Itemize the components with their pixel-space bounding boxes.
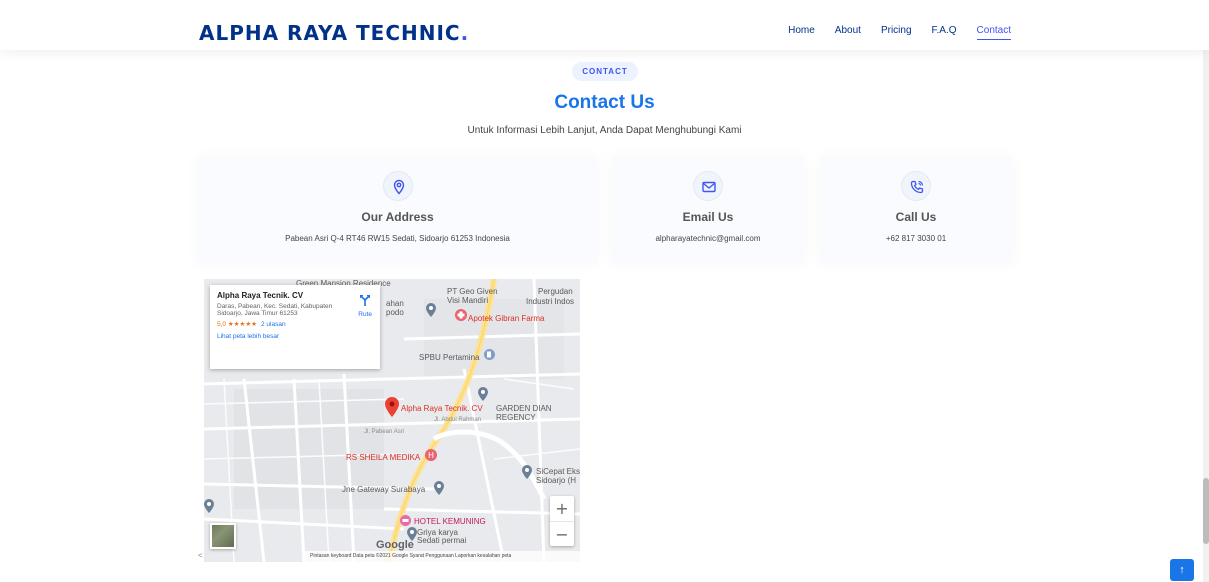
nav-pricing[interactable]: Pricing xyxy=(881,25,912,40)
address-text: Pabean Asri Q-4 RT46 RW15 Sedati, Sidoar… xyxy=(285,234,510,243)
phone-text[interactable]: +62 817 3030 01 xyxy=(820,234,1012,243)
logo-dot: . xyxy=(460,21,470,45)
map-marker-icon[interactable] xyxy=(478,387,488,401)
email-title: Email Us xyxy=(682,210,734,224)
nav-home[interactable]: Home xyxy=(788,25,815,40)
zoom-out-button[interactable]: − xyxy=(550,521,574,546)
phone-title: Call Us xyxy=(895,210,937,224)
phone-card: Call Us +62 817 3030 01 xyxy=(820,157,1012,264)
map-place-address: Daras, Pabean, Kec. Sedati, Kabupaten Si… xyxy=(217,303,333,317)
map-label-spbu[interactable]: SPBU Pertamina xyxy=(419,353,479,362)
map-place-rating: 5,0 ★★★★★ 2 ulasan xyxy=(217,320,373,328)
bigger-map-link[interactable]: Lihat peta lebih besar xyxy=(217,333,373,340)
rating-stars: 5,0 ★★★★★ xyxy=(217,321,257,328)
map-label-rs-sheila[interactable]: RS SHEILA MEDIKA xyxy=(346,453,420,462)
map-footer-links[interactable]: Pintasan keyboard Data peta ©2021 Google… xyxy=(304,551,580,562)
map-info-window: Alpha Raya Tecnik. CV Daras, Pabean, Kec… xyxy=(210,285,380,369)
map-label-regency[interactable]: REGENCY xyxy=(496,413,536,422)
phone-icon xyxy=(901,171,931,201)
email-text[interactable]: alpharayatechnic@gmail.com xyxy=(612,234,804,243)
section-badge: CONTACT xyxy=(572,62,638,81)
map-label-pt-geo[interactable]: PT Geo Given xyxy=(447,287,498,296)
map-label-garden-dian[interactable]: GARDEN DIAN xyxy=(496,404,552,413)
back-to-top-button[interactable]: ↑ xyxy=(1170,559,1194,581)
map-label-alpha-raya[interactable]: Alpha Raya Tecnik. CV xyxy=(401,404,483,413)
map-marker-icon[interactable] xyxy=(204,499,214,513)
map-zoom-controls: + − xyxy=(550,496,574,546)
map-label-visi-mandiri[interactable]: Visi Mandiri xyxy=(447,296,488,305)
nav-about[interactable]: About xyxy=(835,25,861,40)
map-place-title: Alpha Raya Tecnik. CV xyxy=(217,291,304,300)
map-label-pergudangan[interactable]: Pergudan xyxy=(538,287,573,296)
google-logo: Google xyxy=(376,539,414,551)
address-title: Our Address xyxy=(361,210,434,224)
route-label: Rute xyxy=(358,311,372,318)
embedded-map[interactable]: Green Mansion Residence PT Geo Given Vis… xyxy=(204,279,580,562)
reviews-link[interactable]: 2 ulasan xyxy=(261,321,286,328)
location-marker-icon[interactable] xyxy=(385,397,399,417)
map-label-industri[interactable]: Industri Indos xyxy=(526,297,574,306)
satellite-toggle[interactable] xyxy=(210,523,236,549)
map-marker-icon[interactable] xyxy=(434,481,444,495)
map-label-podo[interactable]: podo xyxy=(386,308,404,317)
page-scrollbar-thumb[interactable] xyxy=(1203,478,1209,544)
svg-text:H: H xyxy=(428,451,434,460)
map-label-street-pabean: Jl. Pabean Asri xyxy=(364,429,405,435)
map-label-jne[interactable]: Jne Gateway Surabaya xyxy=(342,485,425,494)
site-logo[interactable]: ALPHA RAYA TECHNIC. xyxy=(199,21,469,45)
map-marker-icon[interactable] xyxy=(426,303,436,317)
zoom-in-button[interactable]: + xyxy=(550,496,574,521)
gas-station-marker-icon[interactable] xyxy=(484,349,495,360)
map-label-griya-2[interactable]: Sedati permai xyxy=(417,536,466,545)
main-nav: Home About Pricing F.A.Q Contact xyxy=(788,25,1011,40)
map-label-sicepat-2[interactable]: Sidoarjo (H xyxy=(536,476,576,485)
map-label-sicepat[interactable]: SiCepat Eks xyxy=(536,467,580,476)
address-card: Our Address Pabean Asri Q-4 RT46 RW15 Se… xyxy=(198,157,597,264)
route-button[interactable]: Rute xyxy=(358,293,372,318)
directions-icon xyxy=(360,295,371,306)
map-label-street-abdul: Jl. Abdul Rahman xyxy=(434,417,482,423)
nav-contact[interactable]: Contact xyxy=(976,25,1011,40)
map-marker-icon[interactable] xyxy=(522,465,532,479)
email-card: Email Us alpharayatechnic@gmail.com xyxy=(612,157,804,264)
envelope-icon xyxy=(693,171,723,201)
location-pin-icon xyxy=(382,171,413,201)
hospital-marker-icon[interactable]: H xyxy=(425,449,437,461)
section-subtitle: Untuk Informasi Lebih Lanjut, Anda Dapat… xyxy=(467,125,742,136)
pharmacy-marker-icon[interactable] xyxy=(455,309,467,321)
map-label-hotel[interactable]: HOTEL KEMUNING xyxy=(414,517,486,526)
site-header: ALPHA RAYA TECHNIC. Home About Pricing F… xyxy=(0,0,1209,50)
map-label-apotek[interactable]: Apotek Gibran Farma xyxy=(468,314,544,323)
nav-faq[interactable]: F.A.Q xyxy=(932,25,957,40)
map-label-bahan[interactable]: ahan xyxy=(386,299,404,308)
logo-text: ALPHA RAYA TECHNIC xyxy=(199,21,461,45)
section-title: Contact Us xyxy=(554,92,655,113)
hotel-marker-icon[interactable] xyxy=(400,515,411,526)
map-left-arrow: < xyxy=(198,551,203,560)
